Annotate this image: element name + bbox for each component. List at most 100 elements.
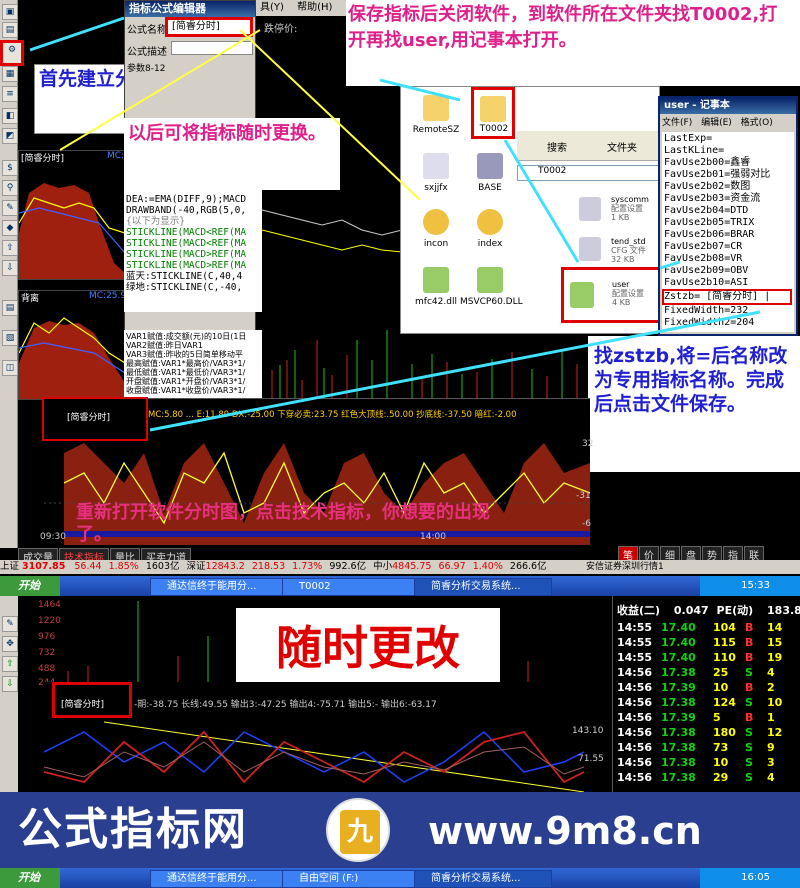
zx-pct: 1.40% [472,561,503,572]
taskbar-item[interactable]: 自由空间 (F:) [282,870,420,888]
zx-amount: 266.6亿 [509,561,547,572]
start-button[interactable]: 开始 [0,868,60,888]
trade-vol: 25 [713,666,729,679]
taskbar-item[interactable]: 简睿分析交易系统... [414,870,552,888]
trade-row: 14:56 17.38 180 S 12 [617,725,800,740]
arrow-up-icon[interactable]: ⇧ [2,656,18,672]
left-toolbar-bottom: ✎ ✥ ⇧ ⇩ [0,596,18,792]
trade-n: 4 [767,666,775,679]
trade-time: 14:56 [617,666,653,679]
taskbar-clock: 16:05 [700,868,800,888]
sh-label: 上证 [0,561,20,572]
server-status: 安信证券深圳行情1 [580,560,800,574]
vol-y-tick: 488 [38,664,56,674]
ind-y-tick: 71.55 [578,754,604,764]
trade-price: 17.40 [661,621,696,634]
trade-row: 14:55 17.40 110 B 19 [617,650,800,665]
arrow-down-icon[interactable]: ⇩ [2,676,18,692]
trade-list: 14:55 17.40 104 B 14 14:55 17.40 115 B 15 14:55 17.… [617,620,800,785]
trade-price: 17.38 [661,696,696,709]
bottom-indicator-readout: -期:-38.75 长线:49.55 输出3:-47.25 输出4:-75.71… [134,700,437,710]
trade-n: 12 [767,726,783,739]
trade-time: 14:55 [617,621,653,634]
trade-ticker-panel: 收益(二) 0.047 PE(动) 183.8 14:55 17.40 104 B 14… [612,596,800,792]
arrow-to-editor [29,16,125,52]
ticker-header: 收益(二) 0.047 PE(动) 183.8 [617,602,800,618]
trade-vol: 115 [713,636,736,649]
trade-bs: S [745,696,753,709]
trade-n: 9 [767,741,775,754]
trade-bs: S [745,726,753,739]
sh-pct: 1.85% [108,561,139,572]
trade-n: 3 [767,756,775,769]
seal-glyph: 九 [340,810,380,854]
taskbar-item[interactable]: T0002 [282,578,420,596]
taskbar-clock: 15:33 [700,576,800,596]
trade-row: 14:56 17.38 10 S 3 [617,755,800,770]
sz-value: 12843.2 [205,561,245,572]
bottom-indicator-plot [44,721,584,792]
footer-brand-band: 公式指标网 九 www.9m8.cn [0,792,800,868]
trade-price: 17.40 [661,651,696,664]
trade-bs: S [745,741,753,754]
arrow-to-indicator [149,310,761,432]
trade-price: 17.38 [661,666,696,679]
trade-bs: B [745,681,754,694]
trade-price: 17.38 [661,741,696,754]
taskbar-2: 开始 通达信终于能用分... 自由空间 (F:) 简睿分析交易系统... 16:… [0,868,800,888]
arrow-to-t0002 [379,78,461,102]
trade-time: 14:56 [617,711,653,724]
trade-bs: B [745,636,754,649]
bottom-indicator-label: [简睿分时] [61,700,105,710]
trade-time: 14:56 [617,741,653,754]
brand-seal: 九 [326,798,390,862]
trade-time: 14:56 [617,771,653,784]
trade-time: 14:56 [617,696,653,709]
trade-vol: 10 [713,681,729,694]
trade-row: 14:56 17.39 10 B 2 [617,680,800,695]
trade-vol: 110 [713,651,736,664]
trade-row: 14:56 17.38 29 S 4 [617,770,800,785]
trade-row: 14:55 17.40 115 B 15 [617,635,800,650]
ind-y-tick: 143.10 [572,726,604,736]
trade-bs: B [745,621,754,634]
taskbar-item[interactable]: 简睿分析交易系统... [414,578,552,596]
trade-bs: S [745,756,753,769]
trade-price: 17.39 [661,681,696,694]
trade-price: 17.38 [661,726,696,739]
sh-value: 3107.85 [22,561,66,572]
trade-row: 14:55 17.40 104 B 14 [617,620,800,635]
banner-text: 随时更改 [276,621,460,675]
start-button[interactable]: 开始 [0,576,60,596]
sz-change: 218.53 [251,561,286,572]
trade-vol: 104 [713,621,736,634]
arrow-to-notepad [659,260,681,270]
trade-time: 14:55 [617,651,653,664]
taskbar-item[interactable]: 通达信终于能用分... [150,870,288,888]
trade-bs: B [745,651,754,664]
vol-y-tick: 976 [38,632,56,642]
taskbar-item[interactable]: 通达信终于能用分... [150,578,288,596]
trade-n: 19 [767,651,783,664]
pe-label: PE(动) [716,604,754,617]
trade-row: 14:56 17.38 25 S 4 [617,665,800,680]
trade-row: 14:56 17.38 73 S 9 [617,740,800,755]
vol-y-tick: 1464 [38,600,61,610]
trade-time: 14:56 [617,681,653,694]
zx-value: 4845.75 [392,561,432,572]
pencil-icon[interactable]: ✎ [2,616,18,632]
sz-label: 深证 [186,561,206,572]
trade-vol: 29 [713,771,729,784]
trade-price: 17.38 [661,771,696,784]
footer-brand-url: www.9m8.cn [428,809,702,853]
trade-bs: S [745,666,753,679]
trade-n: 15 [767,636,783,649]
trade-row: 14:56 17.38 124 S 10 [617,695,800,710]
trade-price: 17.38 [661,756,696,769]
zx-change: 66.97 [438,561,466,572]
trade-vol: 5 [713,711,721,724]
move-icon[interactable]: ✥ [2,636,18,652]
trade-n: 2 [767,681,775,694]
eps-label: 收益(二) [617,604,661,617]
trade-time: 14:56 [617,726,653,739]
